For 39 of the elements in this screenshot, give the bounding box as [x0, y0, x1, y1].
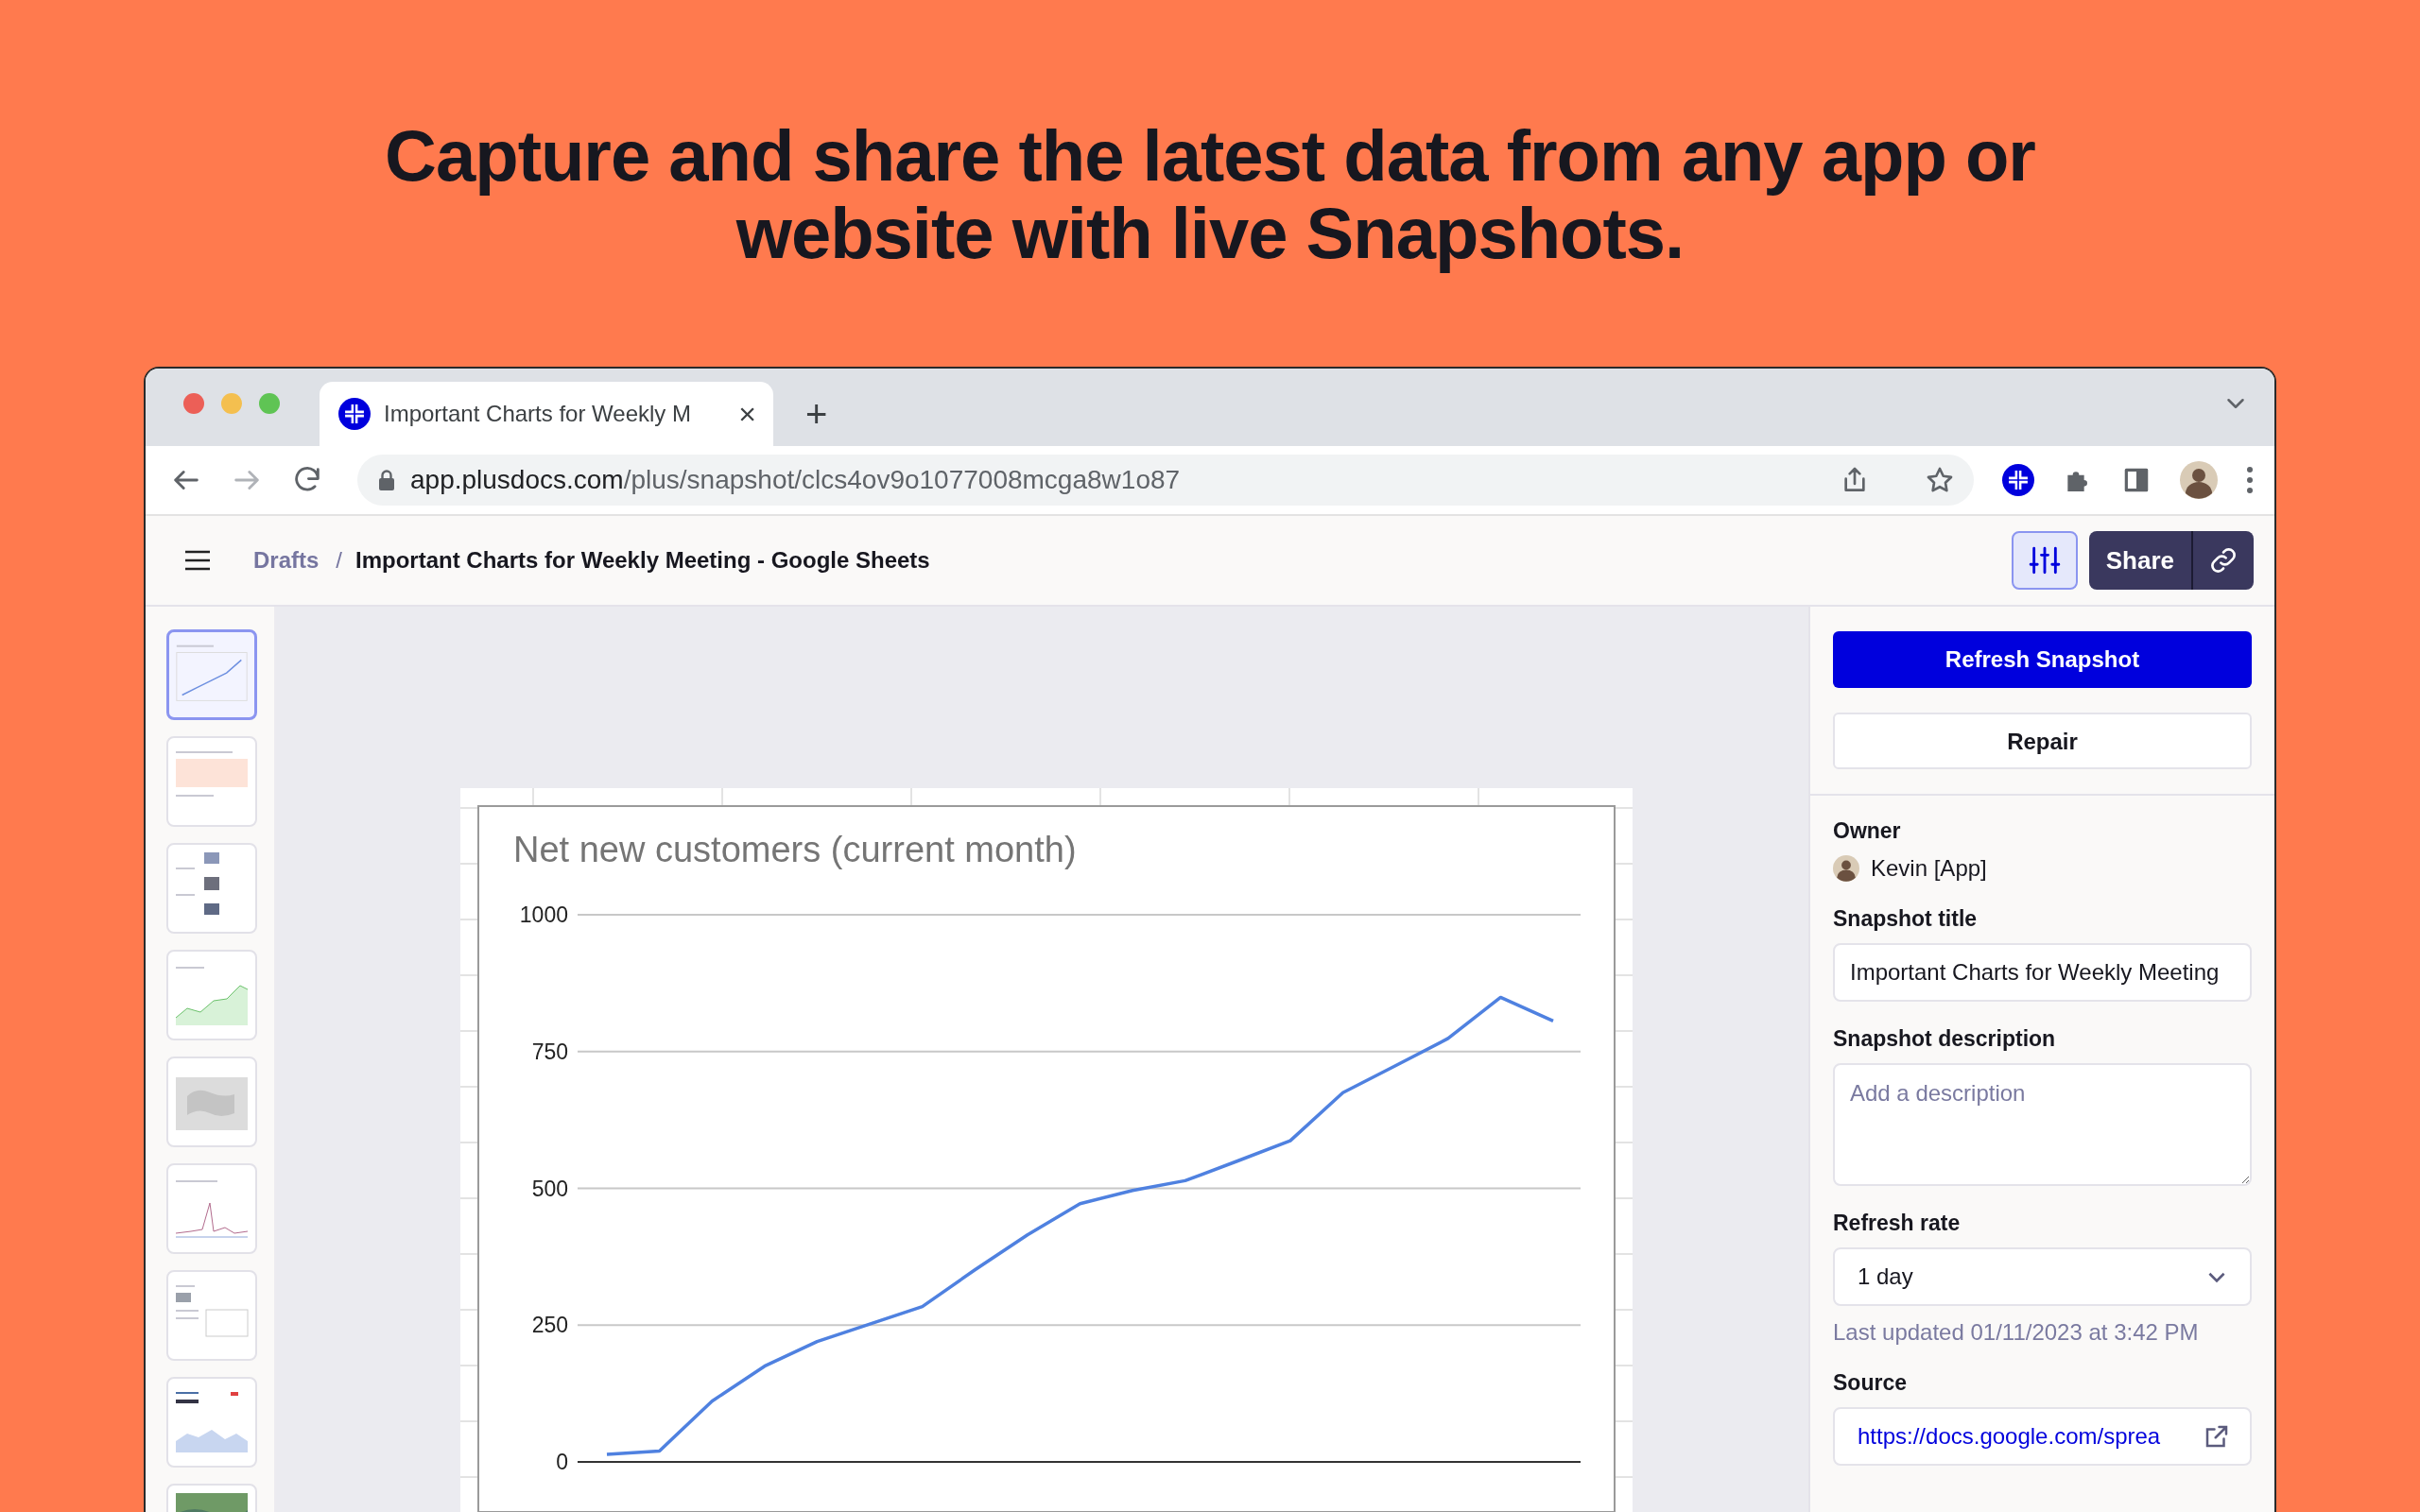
owner-name: Kevin [App]	[1871, 855, 1987, 882]
page-thumbnail[interactable]	[166, 629, 257, 720]
refresh-snapshot-button[interactable]: Refresh Snapshot	[1833, 631, 2252, 688]
browser-tab[interactable]: Important Charts for Weekly M ×	[320, 382, 773, 446]
repair-button[interactable]: Repair	[1833, 713, 2252, 769]
tab-title: Important Charts for Weekly M	[384, 401, 692, 427]
refresh-rate-dropdown[interactable]: 1 day	[1833, 1247, 2252, 1306]
field-label: Refresh rate	[1833, 1211, 1962, 1236]
adjust-button[interactable]	[2011, 531, 2078, 590]
url-text: app.plusdocs.com/plus/snapshot/clcs4ov9o1077008mcga8w1o87	[410, 465, 1182, 495]
lock-icon	[376, 469, 397, 491]
axis-tick-label: 0	[556, 1450, 568, 1474]
profile-avatar[interactable]	[2180, 461, 2218, 499]
last-updated-text: Last updated 01/11/2023 at 3:42 PM	[1833, 1319, 2200, 1346]
axis-tick-label: 500	[531, 1176, 568, 1201]
axis-tick-label: 250	[531, 1313, 568, 1338]
chart-title: Net new customers (current month)	[513, 830, 1077, 869]
breadcrumb-separator: /	[336, 547, 343, 574]
source-link[interactable]: https://docs.google.com/sprea	[1858, 1423, 2193, 1450]
owner-avatar	[1833, 855, 1859, 882]
field-label: Snapshot description	[1833, 1026, 2057, 1052]
field-label: Snapshot title	[1833, 906, 1979, 932]
title-field[interactable]: Important Charts for Weekly Meeting	[1833, 943, 2252, 1002]
menu-icon[interactable]	[183, 549, 212, 572]
sliders-icon	[2028, 544, 2061, 576]
link-icon	[2208, 545, 2238, 576]
breadcrumb-link[interactable]: Drafts	[253, 547, 320, 574]
field-label: Owner	[1833, 818, 1902, 844]
field-label: Source	[1833, 1370, 1908, 1396]
new-tab-button[interactable]: +	[805, 395, 828, 433]
headline: Capture and share the latest data from any app or website with live Snapshots.	[384, 117, 2036, 272]
axis-tick-label: 750	[531, 1039, 568, 1064]
page-title: Important Charts for Weekly Meeting - Google Sheets	[355, 547, 930, 574]
close-tab-button[interactable]: ×	[738, 399, 756, 429]
address-bar[interactable]: app.plusdocs.com/plus/snapshot/clcs4ov9o1077008mcga8w1o87	[357, 455, 1974, 506]
description-field[interactable]: Add a description	[1833, 1063, 2252, 1186]
more-menu-icon[interactable]	[2246, 466, 2254, 494]
axis-tick-label: 1000	[519, 902, 568, 927]
close-window-button[interactable]	[183, 393, 204, 414]
